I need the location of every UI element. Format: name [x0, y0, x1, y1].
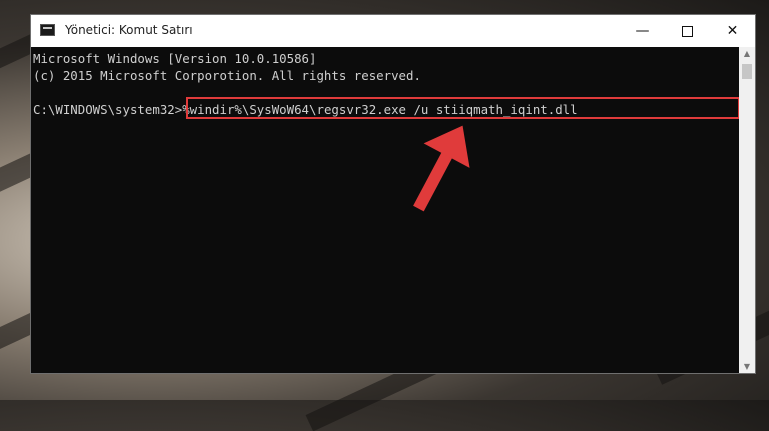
command-prompt-window: Yönetici: Komut Satırı — ✕ Microsoft Win… [30, 14, 756, 374]
console-line-copyright: (c) 2015 Microsoft Corporotion. All righ… [33, 68, 421, 83]
console-prompt: C:\WINDOWS\system32> [33, 102, 183, 117]
pointer-arrow-icon [413, 125, 470, 212]
scroll-up-icon[interactable]: ▲ [739, 49, 755, 58]
window-title: Yönetici: Komut Satırı [65, 23, 193, 37]
close-button[interactable]: ✕ [710, 15, 755, 47]
cmd-icon [40, 24, 55, 36]
maximize-icon [682, 25, 693, 37]
scroll-down-icon[interactable]: ▼ [739, 362, 755, 371]
title-bar[interactable]: Yönetici: Komut Satırı — ✕ [31, 15, 755, 47]
maximize-button[interactable] [665, 15, 710, 47]
vertical-scrollbar[interactable]: ▲ ▼ [739, 47, 755, 373]
minimize-button[interactable]: — [620, 15, 665, 47]
console-line-version: Microsoft Windows [Version 10.0.10586] [33, 51, 317, 66]
console-output[interactable]: Microsoft Windows [Version 10.0.10586] (… [31, 47, 740, 373]
scroll-thumb[interactable] [742, 64, 752, 79]
command-highlight-box [186, 97, 740, 119]
